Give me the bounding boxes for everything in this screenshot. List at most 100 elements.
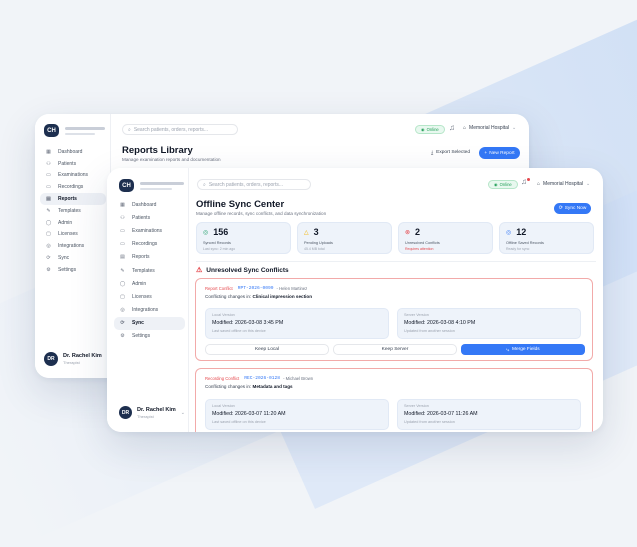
- sync-icon: ⟳: [46, 255, 51, 262]
- back-nav: ▦ Dashboard ⚇ Patients ▭ Examinations ▭ Recordi…: [40, 146, 106, 276]
- front-user-menu[interactable]: DR Dr. Rachel Kim Therapist ⌄: [119, 406, 185, 419]
- warning-icon: △: [304, 229, 309, 236]
- info-icon: ◎: [506, 229, 512, 236]
- error-icon: ⊗: [405, 229, 411, 236]
- back-new-label: New Report: [489, 150, 515, 156]
- front-search-input[interactable]: ⌕ Search patients, orders, reports...: [197, 179, 311, 190]
- sidebar-item-licenses[interactable]: ▢ Licenses: [114, 290, 185, 303]
- stat-label: Pending Uploads: [304, 241, 333, 245]
- front-bell-icon[interactable]: ♫: [521, 177, 530, 186]
- back-bell-icon[interactable]: ♫: [449, 123, 455, 132]
- sidebar-item-sync[interactable]: ⟳ Sync: [114, 316, 185, 330]
- back-wifi-icon: ◉: [421, 127, 425, 132]
- back-hospital-selector[interactable]: ⌂ Memorial Hospital ⌄: [463, 125, 516, 131]
- stat-value: 3: [313, 227, 319, 237]
- local-version-label: Local Version: [212, 404, 235, 408]
- keep-local-button[interactable]: Keep Local: [205, 344, 329, 355]
- server-version-note: Updated from another session: [404, 420, 455, 424]
- sidebar-item-licenses[interactable]: ▢ Licenses: [40, 229, 106, 241]
- sidebar-item-label: Integrations: [58, 243, 85, 250]
- sidebar-item-recordings[interactable]: ▭ Recordings: [40, 181, 106, 193]
- sync-now-button[interactable]: ⟳ Sync Now: [554, 203, 591, 214]
- server-version-label: Server Version: [404, 313, 429, 317]
- sidebar-item-templates[interactable]: ✎ Templates: [40, 205, 106, 217]
- sidebar-item-settings[interactable]: ⚙ Settings: [40, 264, 106, 276]
- stat-card: ⊗ 2 Unresolved Conflicts Requires attention: [398, 222, 493, 254]
- integrations-icon: ◎: [120, 307, 125, 314]
- keep-server-button[interactable]: Keep Server: [333, 344, 457, 355]
- sidebar-item-label: Examinations: [58, 172, 89, 179]
- sidebar-item-recordings[interactable]: ▭ Recordings: [114, 238, 185, 251]
- front-page-title: Offline Sync Center: [196, 199, 285, 210]
- sidebar-item-reports[interactable]: ▤ Reports: [40, 193, 106, 205]
- stat-card: △ 3 Pending Uploads 45.4 MB total: [297, 222, 392, 254]
- back-new-report-button[interactable]: + New Report: [479, 147, 520, 159]
- front-status-text: Online: [499, 182, 512, 187]
- sidebar-item-settings[interactable]: ⚙ Settings: [114, 330, 185, 343]
- sidebar-item-sync[interactable]: ⟳ Sync: [40, 252, 106, 264]
- settings-icon: ⚙: [120, 333, 125, 340]
- local-version-note: Last saved offline on this device: [212, 420, 266, 424]
- conflict-desc-prefix: Conflicting changes in:: [205, 294, 252, 299]
- sidebar-item-label: Patients: [132, 214, 151, 221]
- sync-icon: ⟳: [120, 320, 125, 327]
- stat-label: Offline Saved Records: [506, 241, 544, 245]
- sidebar-item-label: Templates: [132, 267, 155, 274]
- front-app-logo: CH: [119, 179, 134, 192]
- sidebar-item-label: Recordings: [132, 241, 158, 248]
- merge-icon: ⤷: [506, 347, 509, 353]
- dashboard-icon: ▦: [46, 148, 51, 155]
- sidebar-item-examinations[interactable]: ▭ Examinations: [40, 170, 106, 182]
- check-circle-icon: ◎: [203, 229, 209, 236]
- sidebar-item-dashboard[interactable]: ▦ Dashboard: [114, 198, 185, 211]
- back-app-logo: CH: [44, 124, 59, 137]
- stat-value: 12: [516, 227, 527, 237]
- front-user-chevron-icon: ⌄: [180, 409, 185, 416]
- front-chevron-down-icon: ⌄: [586, 181, 591, 187]
- front-page-subtitle: Manage offline records, sync conflicts, …: [196, 211, 327, 216]
- front-notification-dot: [527, 178, 530, 181]
- sidebar-item-reports[interactable]: ▤ Reports: [114, 251, 185, 264]
- server-version-label: Server Version: [404, 404, 429, 408]
- front-hospital-selector[interactable]: ⌂ Memorial Hospital ⌄: [537, 181, 590, 187]
- front-search-icon: ⌕: [203, 181, 206, 188]
- sidebar-item-patients[interactable]: ⚇ Patients: [114, 211, 185, 224]
- sidebar-item-patients[interactable]: ⚇ Patients: [40, 158, 106, 170]
- sidebar-item-integrations[interactable]: ◎ Integrations: [40, 240, 106, 252]
- local-version-modified: Modified: 2026-03-08 3:45 PM: [212, 320, 284, 326]
- sidebar-item-label: Reports: [132, 254, 150, 261]
- front-nav: ▦ Dashboard ⚇ Patients ▭ Examinations ▭ Recordi…: [114, 198, 185, 343]
- sidebar-item-label: Templates: [58, 207, 81, 214]
- back-export-button[interactable]: ⤓ Export Selected: [425, 147, 476, 158]
- sidebar-item-label: Admin: [132, 280, 147, 287]
- sidebar-item-label: Reports: [58, 196, 77, 203]
- stat-card: ◎ 156 Synced Records Last sync: 2 min ago: [196, 222, 291, 254]
- sidebar-item-integrations[interactable]: ◎ Integrations: [114, 304, 185, 317]
- sidebar-item-label: Examinations: [132, 227, 163, 234]
- merge-fields-button[interactable]: ⤷ Merge Fields: [461, 344, 585, 355]
- conflict-desc-prefix: Conflicting changes in:: [205, 384, 252, 389]
- admin-icon: ◯: [119, 280, 126, 287]
- back-user-name: Dr. Rachel Kim: [63, 353, 102, 359]
- examinations-icon: ▭: [120, 227, 125, 234]
- conflict-card-2: Recording Conflict REC-2026-0128 - Micha…: [195, 368, 593, 432]
- sidebar-item-admin[interactable]: ◯ Admin: [40, 217, 106, 229]
- sidebar-item-label: Admin: [58, 219, 73, 226]
- server-version-box: Server Version Modified: 2026-03-08 4:10…: [397, 308, 581, 339]
- admin-icon: ◯: [45, 219, 52, 226]
- sidebar-item-admin[interactable]: ◯ Admin: [114, 277, 185, 290]
- back-user-menu[interactable]: DR Dr. Rachel Kim Therapist: [44, 352, 102, 366]
- sidebar-item-examinations[interactable]: ▭ Examinations: [114, 224, 185, 237]
- stat-label: Unresolved Conflicts: [405, 241, 440, 245]
- front-brand: CH: [119, 179, 184, 192]
- sidebar-item-label: Dashboard: [132, 201, 157, 208]
- local-version-modified: Modified: 2026-03-07 11:20 AM: [212, 411, 286, 417]
- stat-sub: Last sync: 2 min ago: [203, 247, 236, 251]
- back-search-input[interactable]: ⌕ Search patients, orders, reports...: [122, 124, 238, 135]
- back-chevron-down-icon: ⌄: [512, 125, 517, 131]
- sidebar-item-dashboard[interactable]: ▦ Dashboard: [40, 146, 106, 158]
- dashboard-icon: ▦: [120, 201, 125, 208]
- back-sidebar: CH ▦ Dashboard ⚇ Patients ▭ Examinations ▭ Reco…: [35, 114, 111, 378]
- server-version-note: Updated from another session: [404, 329, 455, 333]
- sidebar-item-templates[interactable]: ✎ Templates: [114, 264, 185, 277]
